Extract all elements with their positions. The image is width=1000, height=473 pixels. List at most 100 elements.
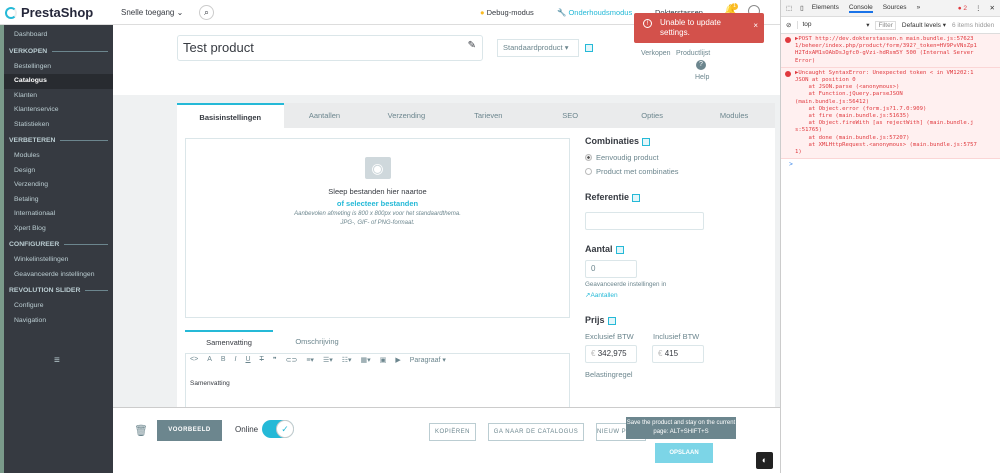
console-error-message[interactable]: ▶POST http://dev.dokterstassen.n main.bu…	[781, 34, 1000, 68]
sidebar-item[interactable]: Winkelinstellingen	[4, 253, 113, 268]
quantities-link[interactable]: ↗Aantallen	[585, 291, 710, 299]
product-type-select[interactable]: Standaardproduct ▾	[497, 39, 579, 57]
sidebar-label: CONFIGUREER	[9, 241, 60, 248]
help-icon[interactable]	[607, 316, 616, 325]
wrench-icon: 🔧	[557, 8, 567, 17]
console-error-message[interactable]: ▶Uncaught SyntaxError: Unexpected token …	[781, 67, 1000, 160]
table-icon[interactable]: ▦▾	[361, 356, 371, 366]
underline-icon[interactable]: U	[245, 356, 250, 366]
device-icon[interactable]: ▯	[800, 4, 804, 12]
sidebar-item[interactable]: Catalogus	[4, 74, 113, 89]
toast-close-button[interactable]: ×	[753, 21, 758, 30]
sidebar-item[interactable]: Klantenservice	[4, 103, 113, 118]
sidebar-item[interactable]: Configure	[4, 299, 113, 314]
tab-basisinstellingen[interactable]: Basisinstellingen	[177, 103, 284, 128]
image-icon[interactable]: ▣	[380, 356, 387, 366]
format-select[interactable]: Paragraaf ▾	[410, 356, 446, 366]
size-hint: Aanbevolen afmeting is 800 x 800px voor …	[294, 211, 461, 217]
tab-aantallen[interactable]: Aantallen	[284, 103, 366, 128]
strikethrough-icon[interactable]: T	[260, 356, 264, 366]
numbered-list-icon[interactable]: ☷▾	[342, 356, 352, 366]
preview-button[interactable]: VOORBEELD	[157, 420, 222, 441]
search-icon[interactable]: ⌕	[199, 5, 214, 20]
quantity-input[interactable]: 0	[585, 260, 637, 278]
copy-button[interactable]: KOPIËREN	[429, 423, 476, 441]
sidebar-item[interactable]: Xpert Blog	[4, 222, 113, 237]
sidebar-item[interactable]: Geavanceerde instellingen	[4, 268, 113, 283]
help-icon[interactable]	[632, 193, 641, 202]
sidebar-item[interactable]: Modules	[4, 149, 113, 164]
help-circle-icon[interactable]: ?	[696, 60, 706, 70]
tab-modules[interactable]: Modules	[693, 103, 775, 128]
inspect-icon[interactable]: ⬚	[786, 4, 792, 12]
media-icon[interactable]: ▶	[395, 356, 400, 366]
help-icon[interactable]	[615, 245, 624, 254]
online-toggle[interactable]: ✓	[262, 420, 294, 438]
link-icon[interactable]: ⊂⊃	[286, 356, 298, 366]
product-list-button[interactable]: Productlijst	[676, 50, 710, 57]
right-column: Combinaties Eenvoudig product Product me…	[585, 136, 710, 379]
context-select[interactable]: top ▾	[797, 21, 869, 29]
widget-icon[interactable]: ◐	[756, 452, 773, 469]
devtools-tabbar: ⬚ ▯ Elements Console Sources » ● 2 ⋮ ✕	[781, 0, 1000, 17]
trash-icon[interactable]: 🗑	[134, 424, 148, 437]
sidebar-item[interactable]: Klanten	[4, 89, 113, 104]
error-counter[interactable]: ● 2	[958, 5, 967, 12]
debug-mode-link[interactable]: ● Debug-modus	[480, 8, 534, 17]
tab-opties[interactable]: Opties	[611, 103, 693, 128]
maintenance-mode-link[interactable]: 🔧 Onderhoudsmodus	[557, 8, 632, 17]
save-button[interactable]: OPSLAAN	[655, 443, 713, 463]
sidebar-item[interactable]: Statistieken	[4, 118, 113, 133]
select-files-link[interactable]: of selecteer bestanden	[186, 199, 569, 208]
code-icon[interactable]: <>	[190, 356, 198, 366]
help-button[interactable]: Help	[695, 74, 709, 81]
console-prompt[interactable]: >	[781, 159, 1000, 170]
product-name-input[interactable]: Test product ✎	[177, 35, 483, 61]
sidebar-item[interactable]: Dashboard	[4, 28, 113, 43]
image-dropzone[interactable]: ◉ Sleep bestanden hier naartoe of select…	[185, 138, 570, 318]
sidebar-item[interactable]: Navigation	[4, 314, 113, 329]
tab-seo[interactable]: SEO	[529, 103, 611, 128]
price-incl-input[interactable]: € 415	[652, 345, 704, 363]
devtools-tab[interactable]: Console	[848, 4, 873, 13]
devtools-tab[interactable]: Elements	[812, 4, 839, 13]
quote-icon[interactable]: ❞	[273, 356, 277, 366]
quick-access-dropdown[interactable]: Snelle toegang ⌄	[121, 8, 183, 17]
close-devtools-icon[interactable]: ✕	[990, 4, 995, 12]
product-name-value: Test product	[183, 40, 254, 55]
devtools-tab[interactable]: Sources	[883, 4, 907, 13]
sidebar-item[interactable]: Design	[4, 164, 113, 179]
sales-button[interactable]: Verkopen	[641, 50, 671, 57]
help-icon[interactable]	[585, 44, 593, 52]
bold-icon[interactable]: B	[221, 356, 226, 366]
price-excl-input[interactable]: € 342,975	[585, 345, 637, 363]
align-icon[interactable]: ≡▾	[306, 356, 314, 366]
prestashop-logo[interactable]: PrestaShop	[5, 5, 93, 20]
levels-select[interactable]: Default levels ▾	[902, 21, 946, 29]
tab-verzending[interactable]: Verzending	[365, 103, 447, 128]
sidebar-item[interactable]: Verzending	[4, 178, 113, 193]
bullet-list-icon[interactable]: ☰▾	[323, 356, 333, 366]
go-to-catalog-button[interactable]: GA NAAR DE CATALOGUS	[488, 423, 584, 441]
sidebar-item[interactable]: Bestellingen	[4, 60, 113, 75]
filter-input[interactable]: Filter	[875, 20, 896, 30]
clear-console-icon[interactable]: ⊘	[786, 21, 791, 29]
tab-summary[interactable]: Samenvatting	[185, 330, 273, 353]
text-color-icon[interactable]: A	[207, 356, 212, 366]
sidebar-section-heading: REVOLUTION SLIDER	[4, 282, 113, 299]
sidebar-item[interactable]: Betaling	[4, 193, 113, 208]
devtools-tab[interactable]: »	[917, 4, 921, 13]
reference-input[interactable]	[585, 212, 704, 230]
tab-description[interactable]: Omschrijving	[273, 330, 361, 353]
radio-combinations-product[interactable]: Product met combinaties	[585, 164, 710, 178]
currency-symbol: €	[591, 349, 596, 358]
menu-collapse-icon[interactable]: ≡	[54, 355, 60, 366]
help-icon[interactable]	[642, 137, 651, 146]
tab-tarieven[interactable]: Tarieven	[447, 103, 529, 128]
sidebar-item[interactable]: Internationaal	[4, 207, 113, 222]
more-icon[interactable]: ⋮	[975, 4, 982, 12]
editor-content[interactable]: Samenvatting	[186, 368, 569, 399]
italic-icon[interactable]: I	[235, 356, 237, 366]
radio-simple-product[interactable]: Eenvoudig product	[585, 150, 710, 164]
console-filter-bar: ⊘ top ▾ Filter Default levels ▾ 6 items …	[781, 17, 1000, 34]
